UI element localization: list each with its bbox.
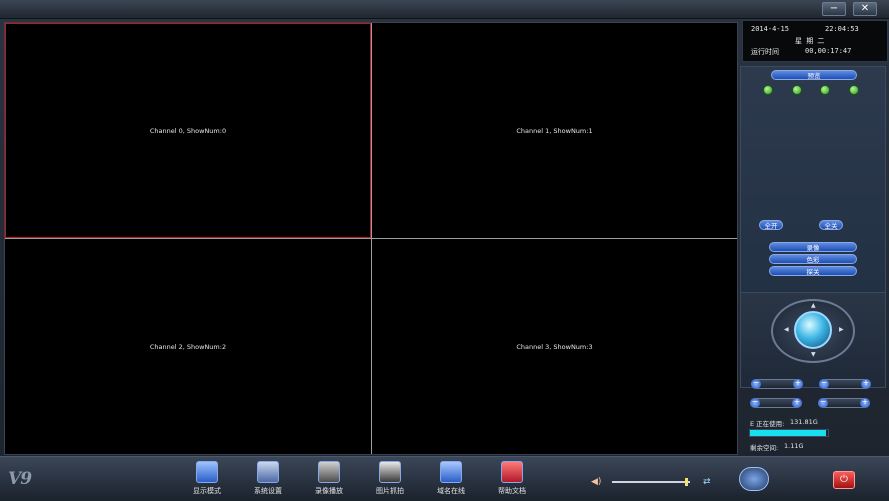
disk-used-label: E 正在使用: bbox=[750, 420, 785, 428]
minimize-button[interactable]: − bbox=[822, 2, 846, 16]
status-indicator-icon[interactable] bbox=[820, 85, 830, 95]
volume-knob[interactable] bbox=[685, 478, 689, 486]
minus-icon[interactable]: − bbox=[751, 379, 761, 389]
channel-label: Channel 2, ShowNum:2 bbox=[149, 342, 227, 351]
video-channel-1[interactable]: Channel 1, ShowNum:1 bbox=[371, 23, 737, 238]
system-settings-button[interactable]: 系统设置 bbox=[243, 461, 293, 501]
snapshot-button[interactable]: 图片抓拍 bbox=[365, 461, 415, 501]
video-grid: Channel 0, ShowNum:0 Channel 1, ShowNum:… bbox=[4, 22, 738, 455]
status-indicator-icon[interactable] bbox=[849, 85, 859, 95]
monitor-icon bbox=[196, 461, 218, 483]
focus-adjust[interactable]: − + bbox=[819, 379, 871, 389]
minus-icon[interactable]: − bbox=[819, 379, 829, 389]
color-button[interactable]: 色彩 bbox=[769, 254, 857, 264]
help-doc-button[interactable]: 帮助文档 bbox=[487, 461, 537, 501]
close-button[interactable]: 探关 bbox=[769, 266, 857, 276]
settings-icon bbox=[257, 461, 279, 483]
channel-label: Channel 1, ShowNum:1 bbox=[516, 126, 593, 135]
minus-icon[interactable]: − bbox=[750, 398, 760, 408]
help-icon bbox=[501, 461, 523, 483]
ptz-center-icon[interactable] bbox=[794, 311, 832, 349]
network-status-icon[interactable]: ⇄ bbox=[703, 477, 711, 487]
status-indicator-icon[interactable] bbox=[763, 85, 773, 95]
all-close-button[interactable]: 全关 bbox=[819, 220, 843, 230]
disk-usage-bar bbox=[749, 429, 829, 437]
button-label: 帮助文档 bbox=[498, 487, 526, 495]
plus-icon[interactable]: + bbox=[861, 379, 871, 389]
iris-adjust[interactable]: − + bbox=[750, 398, 802, 408]
app-window: − ✕ Channel 0, ShowNum:0 Channel 1, Show… bbox=[0, 0, 889, 501]
video-channel-0[interactable]: Channel 0, ShowNum:0 bbox=[5, 23, 371, 238]
v9-logo: V9 bbox=[8, 469, 32, 489]
speaker-icon[interactable]: ◀) bbox=[591, 477, 601, 487]
speed-adjust[interactable]: − + bbox=[818, 398, 870, 408]
status-indicator-icon[interactable] bbox=[792, 85, 802, 95]
domain-online-button[interactable]: 域名在线 bbox=[426, 461, 476, 501]
lock-icon[interactable] bbox=[739, 467, 769, 491]
disk-free-value: 1.11G bbox=[784, 442, 804, 450]
record-playback-button[interactable]: 录像播放 bbox=[304, 461, 354, 501]
film-icon bbox=[379, 461, 401, 483]
plus-icon[interactable]: + bbox=[792, 398, 802, 408]
control-panel: 预览 全开 全关 录像 色彩 探关 bbox=[740, 66, 886, 306]
time-text: 22:04:53 bbox=[825, 25, 859, 33]
close-window-button[interactable]: ✕ bbox=[853, 2, 877, 16]
clock-display: 2014-4-15 22:04:53 星 期 二 运行时间 00,00:17:4… bbox=[742, 20, 888, 62]
button-label: 域名在线 bbox=[437, 487, 465, 495]
volume-slider[interactable] bbox=[612, 478, 690, 486]
button-label: 显示模式 bbox=[193, 487, 221, 495]
plus-icon[interactable]: + bbox=[860, 398, 870, 408]
plus-icon[interactable]: + bbox=[793, 379, 803, 389]
minus-icon[interactable]: − bbox=[818, 398, 828, 408]
disk-free-label: 剩余空间: bbox=[750, 444, 779, 452]
channel-label: Channel 3, ShowNum:3 bbox=[516, 342, 593, 351]
video-channel-3[interactable]: Channel 3, ShowNum:3 bbox=[371, 238, 737, 454]
runtime-text: 00,00:17:47 bbox=[805, 47, 852, 55]
preview-button[interactable]: 预览 bbox=[771, 70, 857, 80]
ptz-up-icon[interactable]: ▲ bbox=[811, 302, 816, 309]
channel-label: Channel 0, ShowNum:0 bbox=[149, 126, 227, 135]
display-mode-button[interactable]: 显示模式 bbox=[182, 461, 232, 501]
disk-used-value: 131.81G bbox=[790, 418, 818, 426]
zoom-adjust[interactable]: − + bbox=[751, 379, 803, 389]
right-panel: 2014-4-15 22:04:53 星 期 二 运行时间 00,00:17:4… bbox=[740, 20, 888, 460]
weekday-text: 星 期 二 bbox=[795, 37, 825, 45]
disk-usage: E 正在使用: 131.81G 剩余空间: 1.11G bbox=[740, 416, 886, 460]
video-channel-2[interactable]: Channel 2, ShowNum:2 bbox=[5, 238, 371, 454]
ptz-left-icon[interactable]: ◀ bbox=[784, 326, 789, 333]
title-bar: − ✕ bbox=[0, 0, 889, 19]
ptz-control: ▲ ▼ ◀ ▶ − + − + bbox=[740, 292, 886, 389]
all-open-button[interactable]: 全开 bbox=[759, 220, 783, 230]
button-label: 录像播放 bbox=[315, 487, 343, 495]
power-button[interactable]: ⏻ bbox=[833, 471, 855, 489]
date-text: 2014-4-15 bbox=[751, 25, 789, 33]
button-label: 系统设置 bbox=[254, 487, 282, 495]
ptz-right-icon[interactable]: ▶ bbox=[839, 326, 844, 333]
ptz-down-icon[interactable]: ▼ bbox=[811, 351, 816, 358]
bottom-toolbar: V9 显示模式 系统设置 录像播放 图片抓拍 域名在线 帮助文档 ◀) ⇄ ⏻ bbox=[0, 456, 889, 501]
camera-icon bbox=[318, 461, 340, 483]
network-icon bbox=[440, 461, 462, 483]
button-label: 图片抓拍 bbox=[376, 487, 404, 495]
runtime-label: 运行时间 bbox=[751, 48, 779, 56]
disk-usage-fill bbox=[750, 430, 827, 436]
record-button[interactable]: 录像 bbox=[769, 242, 857, 252]
